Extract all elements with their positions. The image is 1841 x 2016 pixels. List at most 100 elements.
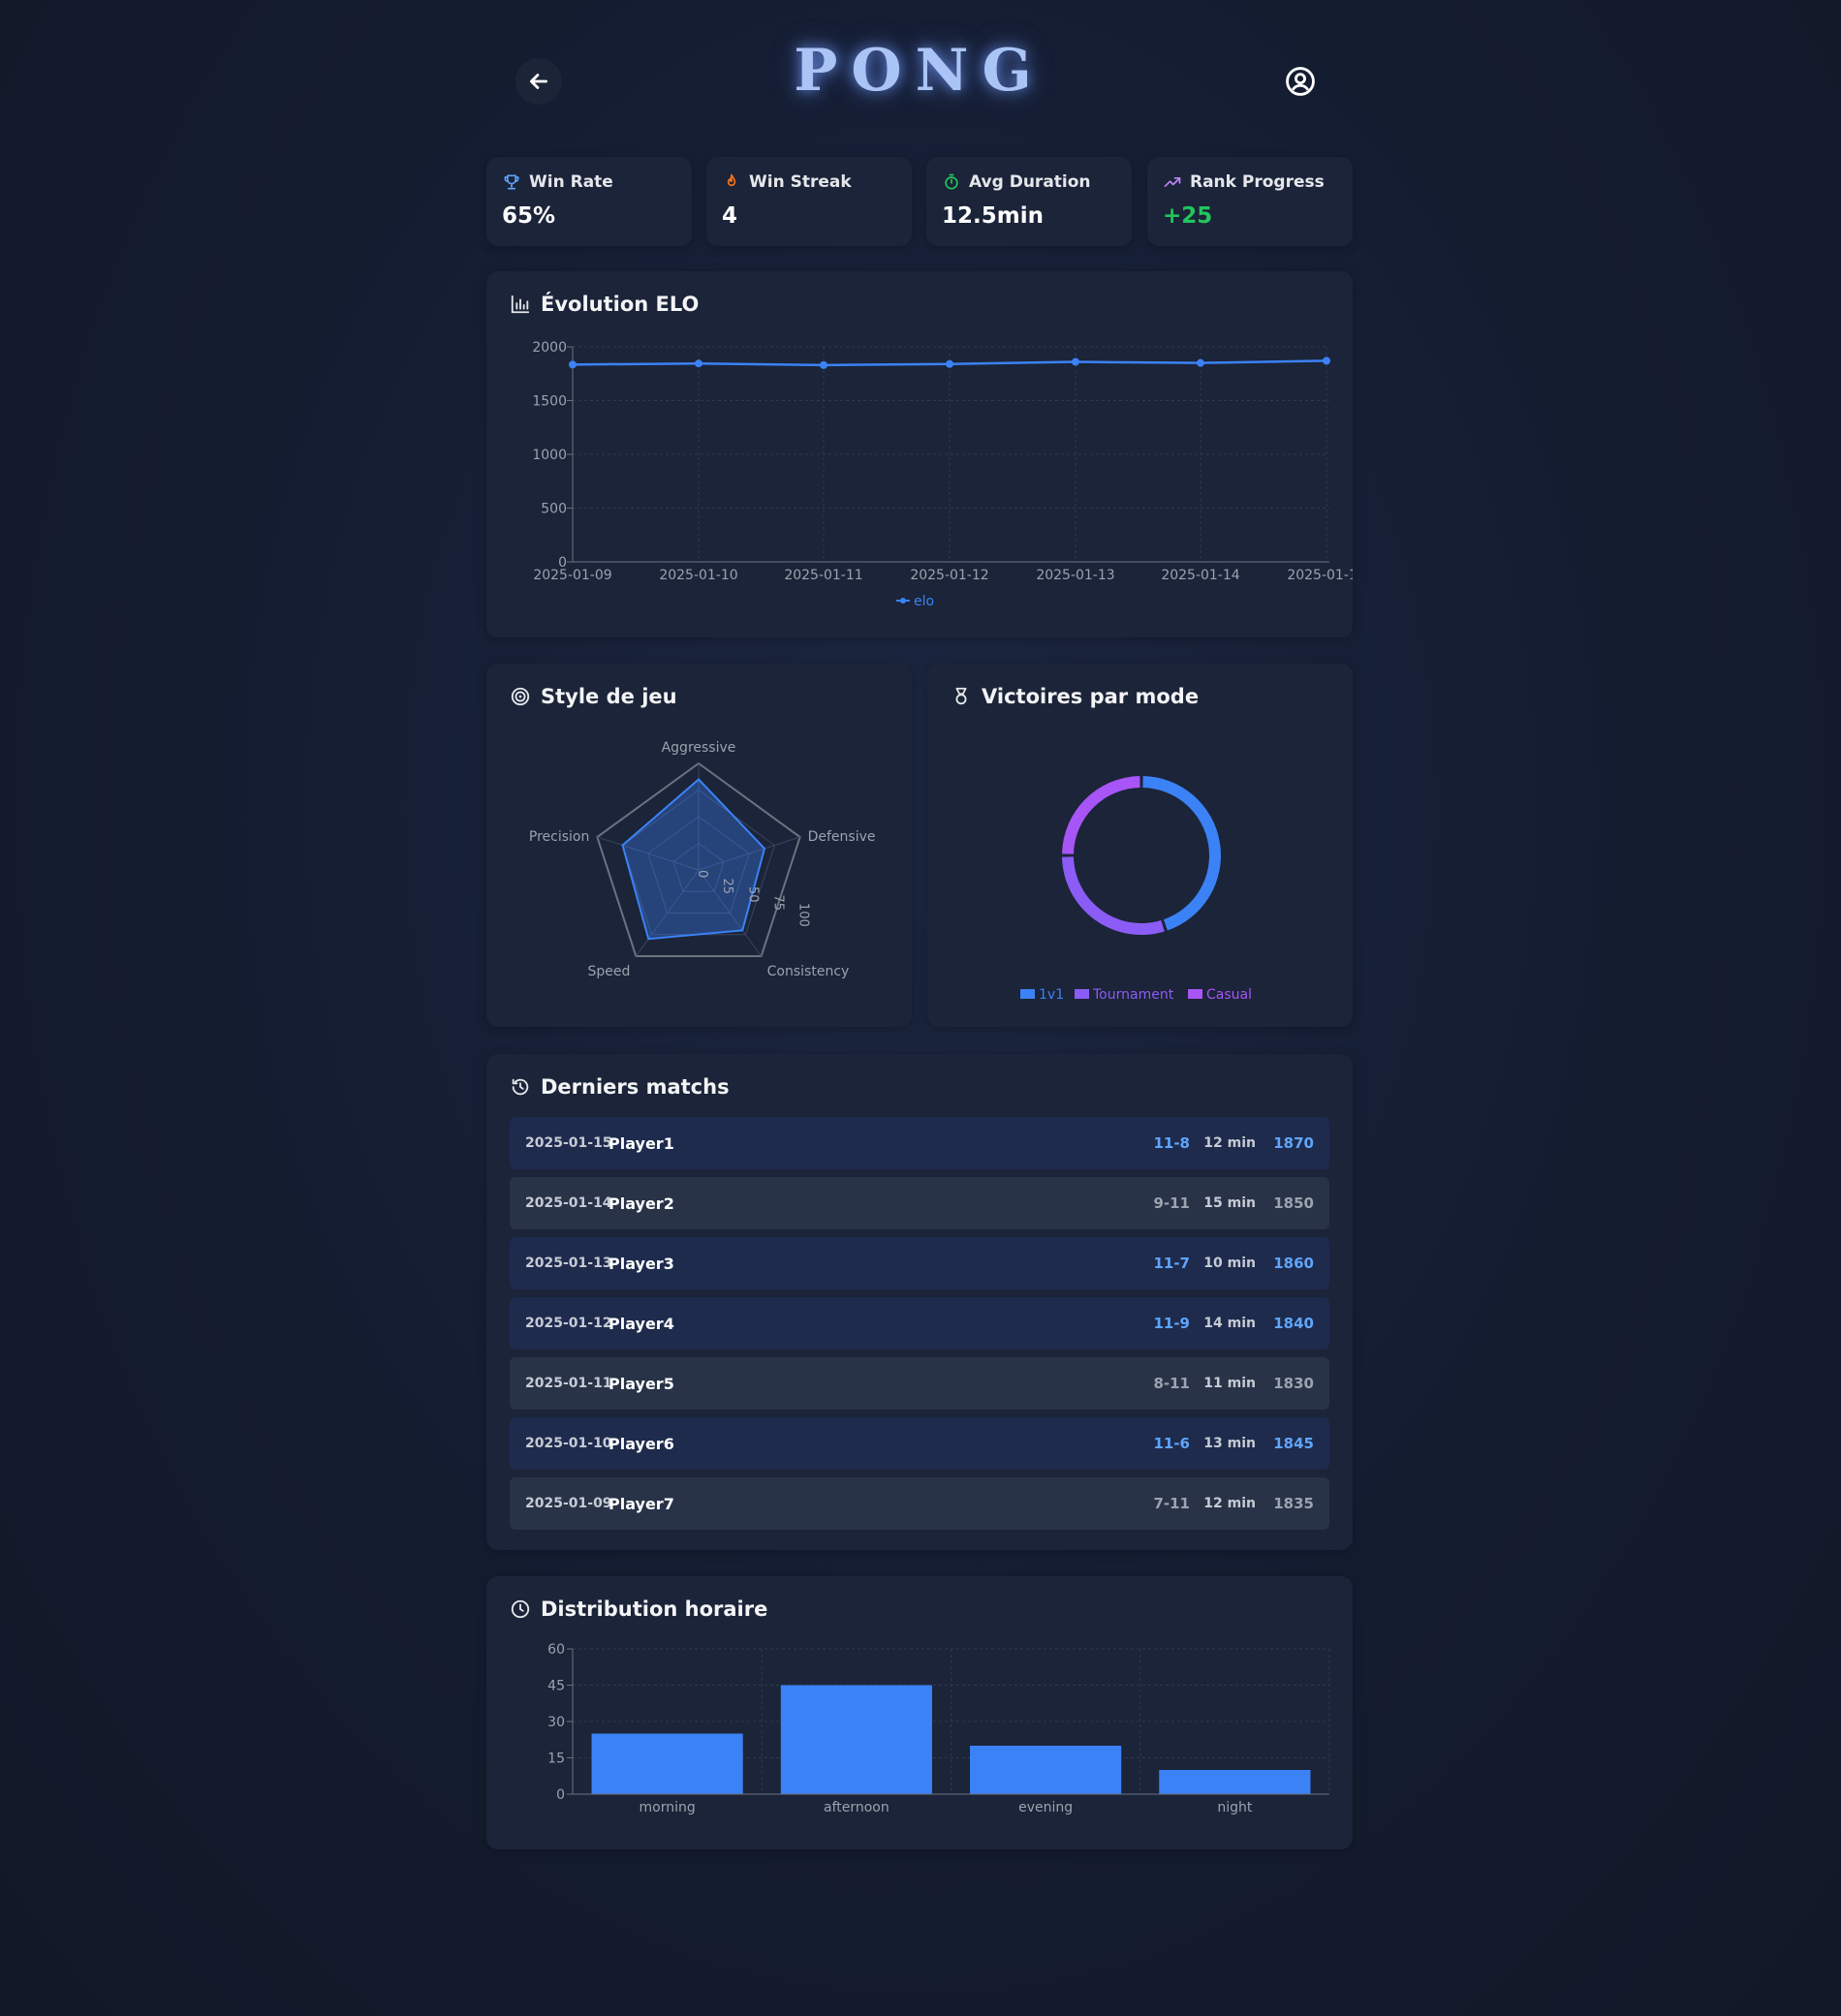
match-duration: 12 min: [1203, 1135, 1256, 1151]
y-tick-label: 60: [547, 1642, 565, 1658]
radar-tick-label: 50: [745, 886, 760, 903]
stat-label: Rank Progress: [1190, 172, 1325, 192]
card-title: Derniers matchs: [541, 1075, 730, 1099]
match-date: 2025-01-09: [525, 1496, 612, 1511]
elo-point: [820, 360, 827, 369]
match-player: Player1: [608, 1133, 674, 1153]
user-circle-icon: [1286, 67, 1315, 96]
elo-point: [946, 359, 953, 368]
elo-point: [1197, 358, 1204, 367]
match-row[interactable]: 2025-01-13 Player3 11-7 10 min 1860: [510, 1237, 1329, 1289]
radar-tick-label: 100: [796, 903, 811, 927]
y-tick-label: 45: [547, 1679, 565, 1694]
legend-label: Tournament: [1092, 987, 1174, 1003]
match-elo: 1860: [1273, 1255, 1314, 1272]
bar-evening: [970, 1746, 1122, 1794]
y-tick-label: 30: [547, 1715, 565, 1730]
y-tick-label: 1000: [532, 448, 567, 463]
stat-label: Avg Duration: [969, 172, 1091, 192]
match-date: 2025-01-10: [525, 1436, 612, 1451]
match-duration: 11 min: [1203, 1376, 1256, 1391]
match-score: 11-7: [1153, 1255, 1190, 1272]
page-title: PONG: [794, 37, 1045, 105]
match-duration: 14 min: [1203, 1316, 1256, 1331]
match-score: 7-11: [1153, 1495, 1190, 1512]
x-tick-label: 2025-01-12: [910, 568, 988, 583]
match-score: 11-8: [1153, 1134, 1190, 1152]
mode-doughnut-chart: 1v1 Tournament Casual: [1020, 776, 1252, 1003]
match-date: 2025-01-15: [525, 1135, 612, 1151]
hours-chart-card: Distribution horaire 0 15 30 45 60 morning aft…: [486, 1576, 1353, 1849]
doughnut-slice-casual: [1062, 776, 1140, 854]
match-elo: 1870: [1273, 1134, 1314, 1152]
match-player: Player7: [608, 1494, 674, 1513]
match-elo: 1845: [1273, 1435, 1314, 1452]
match-row[interactable]: 2025-01-14 Player2 9-11 15 min 1850: [510, 1177, 1329, 1229]
y-tick-label: 500: [541, 502, 567, 517]
style-radar-chart: Aggressive Defensive Consistency Speed Preci…: [529, 740, 876, 979]
radar-tick-label: 25: [720, 878, 734, 894]
stat-value: 65%: [502, 203, 556, 229]
legend-swatch: [1075, 989, 1089, 999]
stat-label: Win Streak: [749, 172, 852, 192]
elo-point: [1323, 357, 1330, 365]
match-row[interactable]: 2025-01-15 Player1 11-8 12 min 1870: [510, 1117, 1329, 1169]
match-score: 11-9: [1153, 1315, 1190, 1332]
radar-tick-label: 0: [695, 870, 709, 878]
x-tick-label: night: [1217, 1800, 1253, 1815]
legend-swatch: [1188, 989, 1202, 999]
trending-up-icon: [1164, 177, 1181, 187]
x-tick-label: 2025-01-15: [1287, 568, 1353, 583]
bar-afternoon: [780, 1685, 932, 1794]
match-score: 8-11: [1153, 1375, 1190, 1392]
radar-axis-label: Precision: [529, 829, 589, 845]
match-elo: 1840: [1273, 1315, 1314, 1332]
x-tick-label: 2025-01-13: [1036, 568, 1114, 583]
stat-value: +25: [1163, 203, 1213, 229]
stat-label: Win Rate: [529, 172, 613, 192]
match-date: 2025-01-13: [525, 1256, 612, 1271]
bar-morning: [591, 1733, 743, 1794]
match-player: Player3: [608, 1254, 674, 1273]
trophy-icon: [504, 174, 519, 190]
elo-line-chart: 05001000150020002025-01-09 2025-01-10 2025…: [532, 340, 1353, 609]
elo-point: [695, 359, 702, 368]
match-row[interactable]: 2025-01-11 Player5 8-11 11 min 1830: [510, 1357, 1329, 1410]
profile-button[interactable]: [1277, 58, 1324, 105]
dashboard: PONG Win Rate 65% Win Streak 4 Avg Durat…: [486, 0, 1353, 1849]
legend-label: Casual: [1206, 987, 1252, 1003]
stat-value: 4: [722, 203, 738, 229]
elo-chart-card: Évolution ELO 0 500 1000 1500 2000 2025-01-09…: [486, 271, 1353, 637]
match-score: 9-11: [1153, 1194, 1190, 1212]
stat-card-rank-progress: Rank Progress +25: [1147, 157, 1353, 246]
match-date: 2025-01-12: [525, 1316, 612, 1331]
match-player: Player4: [608, 1314, 674, 1333]
match-duration: 15 min: [1203, 1195, 1256, 1211]
match-player: Player6: [608, 1434, 674, 1453]
x-tick-label: 2025-01-11: [784, 568, 862, 583]
match-elo: 1850: [1273, 1194, 1314, 1212]
match-elo: 1830: [1273, 1375, 1314, 1392]
match-duration: 12 min: [1203, 1496, 1256, 1511]
mode-chart-card: Victoires par mode 1v1 Tournament Casual: [927, 664, 1353, 1027]
timer-icon: [945, 173, 958, 190]
match-duration: 10 min: [1203, 1256, 1256, 1271]
x-tick-label: 2025-01-09: [533, 568, 611, 583]
match-row[interactable]: 2025-01-09 Player7 7-11 12 min 1835: [510, 1477, 1329, 1530]
radar-axis-label: Speed: [587, 964, 630, 979]
radar-tick-label: 75: [770, 894, 785, 911]
match-row[interactable]: 2025-01-10 Player6 11-6 13 min 1845: [510, 1417, 1329, 1470]
legend-label: 1v1: [1039, 987, 1064, 1003]
legend-label: elo: [914, 594, 934, 609]
match-row[interactable]: 2025-01-12 Player4 11-9 14 min 1840: [510, 1297, 1329, 1349]
legend-marker: [900, 598, 906, 604]
y-tick-label: 2000: [532, 340, 567, 356]
elo-point: [1072, 357, 1079, 366]
stat-card-win-streak: Win Streak 4: [706, 157, 912, 246]
header: PONG: [486, 0, 1353, 145]
x-tick-label: evening: [1018, 1800, 1073, 1815]
match-player: Player2: [608, 1194, 674, 1213]
y-tick-label: 1500: [532, 394, 567, 410]
match-score: 11-6: [1153, 1435, 1190, 1452]
y-tick-label: 0: [556, 1787, 565, 1803]
